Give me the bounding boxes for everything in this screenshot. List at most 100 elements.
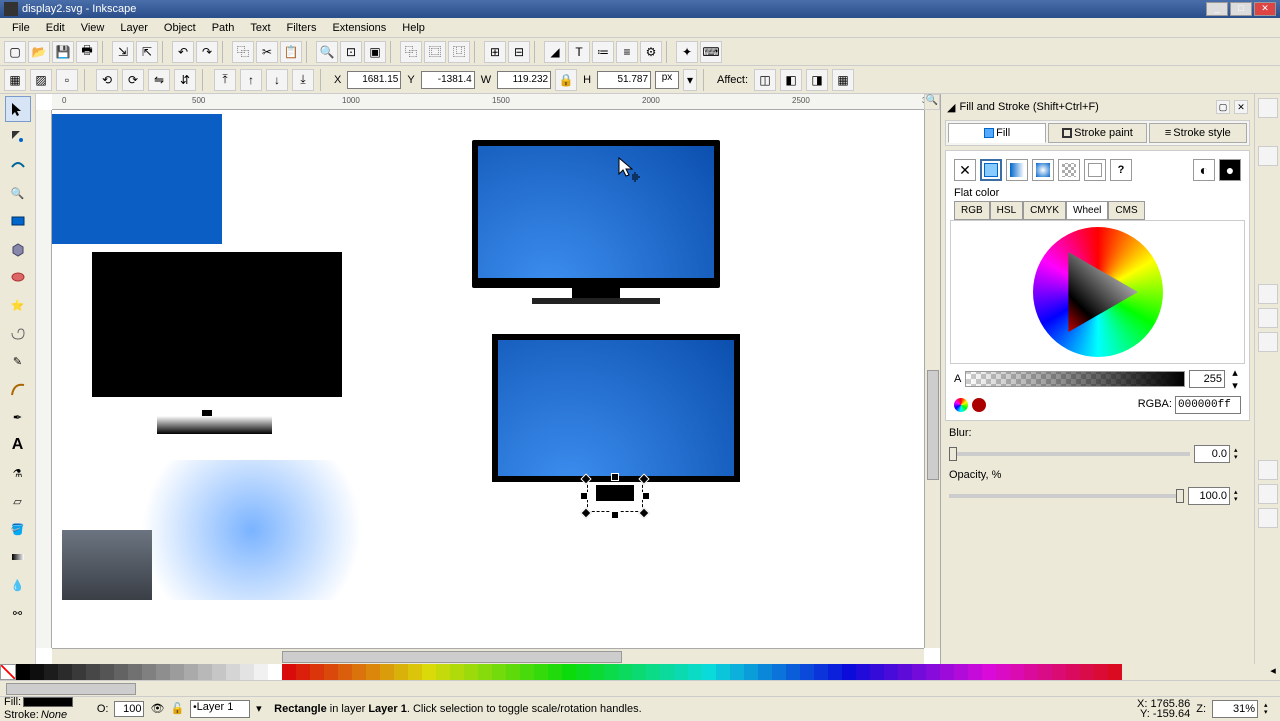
- input-devices-button[interactable]: ⌨: [700, 41, 722, 63]
- out-of-gamut-icon[interactable]: [972, 398, 986, 412]
- color-managed-icon[interactable]: [954, 398, 968, 412]
- fill-stroke-button[interactable]: ◢: [544, 41, 566, 63]
- snap-toggle-7[interactable]: [1258, 484, 1278, 504]
- duplicate-button[interactable]: ⿻: [400, 41, 422, 63]
- status-zoom-spinner[interactable]: ▴▾: [1264, 702, 1276, 716]
- alpha-slider[interactable]: [965, 371, 1185, 387]
- zoom-page-button[interactable]: ▣: [364, 41, 386, 63]
- menu-edit[interactable]: Edit: [38, 20, 73, 36]
- unit-select[interactable]: px: [655, 71, 679, 89]
- prefs-button[interactable]: ⚙: [640, 41, 662, 63]
- y-input[interactable]: [421, 71, 475, 89]
- affect-corners-button[interactable]: ◧: [780, 69, 802, 91]
- clone-button[interactable]: ⿴: [424, 41, 446, 63]
- raise-button[interactable]: ↑: [240, 69, 262, 91]
- black-rect-sample[interactable]: [92, 252, 342, 397]
- gradient-tool[interactable]: [5, 544, 31, 570]
- menu-object[interactable]: Object: [156, 20, 204, 36]
- affect-pattern-button[interactable]: ▦: [832, 69, 854, 91]
- fill-swatch-button[interactable]: [1084, 159, 1106, 181]
- fill-rule-nonzero-button[interactable]: ●: [1219, 159, 1241, 181]
- dropper-tool[interactable]: 💧: [5, 572, 31, 598]
- xml-editor-button[interactable]: ≔: [592, 41, 614, 63]
- import-button[interactable]: ⇲: [112, 41, 134, 63]
- fill-flat-button[interactable]: [980, 159, 1002, 181]
- opacity-slider[interactable]: [949, 494, 1184, 498]
- layer-lock-icon[interactable]: 🔓: [170, 702, 184, 715]
- ruler-vertical[interactable]: [36, 110, 52, 648]
- zoom-corner-button[interactable]: 🔍: [924, 94, 940, 110]
- status-fill-swatch[interactable]: [23, 697, 73, 707]
- save-button[interactable]: 💾: [52, 41, 74, 63]
- palette-scrollbar[interactable]: [0, 680, 1280, 696]
- eraser-tool[interactable]: ▱: [5, 488, 31, 514]
- status-stroke-value[interactable]: None: [41, 709, 91, 721]
- group-button[interactable]: ⊞: [484, 41, 506, 63]
- unit-dropdown[interactable]: ▾: [683, 69, 697, 91]
- rect-tool[interactable]: [5, 208, 31, 234]
- status-zoom-input[interactable]: [1212, 700, 1258, 718]
- menu-help[interactable]: Help: [394, 20, 433, 36]
- print-button[interactable]: 🖶: [76, 41, 98, 63]
- palette-none-swatch[interactable]: [0, 664, 16, 680]
- layer-selector[interactable]: •Layer 1: [190, 700, 250, 718]
- snap-toggle-8[interactable]: [1258, 508, 1278, 528]
- palette-menu-button[interactable]: ◂: [1266, 664, 1280, 680]
- cut-button[interactable]: ✂: [256, 41, 278, 63]
- zoom-tool[interactable]: 🔍: [5, 180, 31, 206]
- bucket-tool[interactable]: 🪣: [5, 516, 31, 542]
- lower-bottom-button[interactable]: ⤓: [292, 69, 314, 91]
- doc-prefs-button[interactable]: ✦: [676, 41, 698, 63]
- zoom-drawing-button[interactable]: ⊡: [340, 41, 362, 63]
- connector-tool[interactable]: ⚯: [5, 600, 31, 626]
- canvas[interactable]: [52, 110, 924, 648]
- blur-spinner[interactable]: ▴▾: [1234, 447, 1246, 461]
- lock-aspect-button[interactable]: 🔒: [555, 69, 577, 91]
- opacity-input[interactable]: [1188, 487, 1230, 505]
- align-button[interactable]: ≡: [616, 41, 638, 63]
- color-wheel[interactable]: [1033, 227, 1163, 357]
- snap-toggle-2[interactable]: [1258, 146, 1278, 166]
- ungroup-button[interactable]: ⊟: [508, 41, 530, 63]
- spray-tool[interactable]: ⚗: [5, 460, 31, 486]
- selection-bounds[interactable]: [587, 480, 643, 512]
- color-triangle[interactable]: [1058, 252, 1138, 332]
- blur-input[interactable]: [1194, 445, 1230, 463]
- alpha-spinner[interactable]: ▴▾: [1229, 366, 1241, 392]
- canvas-scrollbar-h[interactable]: [52, 648, 924, 664]
- panel-min-button[interactable]: ▢: [1216, 100, 1230, 114]
- deselect-button[interactable]: ▫: [56, 69, 78, 91]
- raise-top-button[interactable]: ⤒: [214, 69, 236, 91]
- unlink-clone-button[interactable]: ⿶: [448, 41, 470, 63]
- layer-visibility-icon[interactable]: 👁: [150, 702, 164, 715]
- selector-tool[interactable]: [5, 96, 31, 122]
- bezier-tool[interactable]: [5, 376, 31, 402]
- blur-sample[interactable]: [112, 460, 392, 600]
- menu-view[interactable]: View: [73, 20, 113, 36]
- maximize-button[interactable]: □: [1230, 2, 1252, 16]
- tab-stroke-paint[interactable]: Stroke paint: [1048, 123, 1146, 143]
- h-input[interactable]: [597, 71, 651, 89]
- box3d-tool[interactable]: [5, 236, 31, 262]
- opacity-spinner[interactable]: ▴▾: [1234, 489, 1246, 503]
- palette-swatches[interactable]: [16, 664, 1266, 680]
- snap-toggle-3[interactable]: [1258, 284, 1278, 304]
- rotate-cw-button[interactable]: ⟳: [122, 69, 144, 91]
- tweak-tool[interactable]: [5, 152, 31, 178]
- fill-none-button[interactable]: ✕: [954, 159, 976, 181]
- colortab-cmyk[interactable]: CMYK: [1023, 201, 1066, 220]
- menu-file[interactable]: File: [4, 20, 38, 36]
- minimize-button[interactable]: _: [1206, 2, 1228, 16]
- base-sample[interactable]: [157, 416, 272, 434]
- fill-radial-button[interactable]: [1032, 159, 1054, 181]
- menu-text[interactable]: Text: [242, 20, 278, 36]
- snap-toggle-5[interactable]: [1258, 332, 1278, 352]
- calligraphy-tool[interactable]: ✒: [5, 404, 31, 430]
- fill-pattern-button[interactable]: [1058, 159, 1080, 181]
- rotate-ccw-button[interactable]: ⟲: [96, 69, 118, 91]
- fill-rule-evenodd-button[interactable]: ◐: [1193, 159, 1215, 181]
- open-button[interactable]: 📂: [28, 41, 50, 63]
- colortab-wheel[interactable]: Wheel: [1066, 201, 1108, 220]
- paste-button[interactable]: 📋: [280, 41, 302, 63]
- close-button[interactable]: ✕: [1254, 2, 1276, 16]
